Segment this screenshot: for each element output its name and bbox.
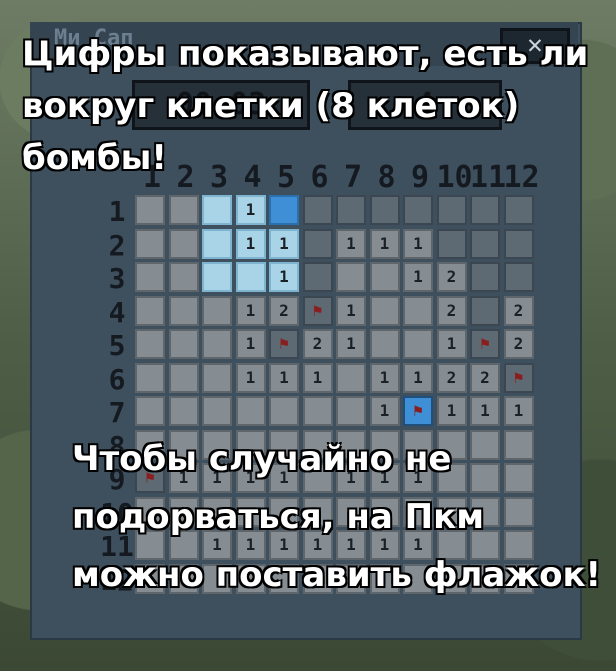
grid-cell[interactable]: 1 [503,396,534,426]
grid-cell[interactable]: 1 [403,262,433,292]
grid-cell[interactable] [235,396,266,426]
grid-cell[interactable] [202,396,232,426]
grid-cell[interactable] [135,195,165,225]
grid-cell[interactable] [202,195,232,225]
grid-cell[interactable] [135,295,165,326]
grid-cell[interactable]: 2 [436,362,467,393]
grid-cell[interactable] [470,228,500,259]
grid-cell[interactable]: 1 [336,295,366,326]
grid-cell[interactable]: 1 [302,362,333,393]
grid-cell[interactable] [135,228,165,259]
grid-cell[interactable] [302,396,333,426]
grid-cell[interactable] [135,329,165,359]
grid-cell[interactable] [336,195,366,225]
grid-cell[interactable]: 1 [235,362,266,393]
row-header: 4 [108,295,126,329]
grid-cell[interactable] [302,195,333,225]
tutorial-caption-bottom: Чтобы случайно не подорваться, на Пкм мо… [72,439,602,595]
grid-cell[interactable] [369,195,400,225]
grid-cell[interactable] [135,262,165,292]
grid-cell[interactable]: 1 [269,262,299,292]
grid-cell[interactable]: 2 [436,262,467,292]
grid-cell[interactable] [202,262,232,292]
grid-cell[interactable] [235,262,266,292]
grid-cell[interactable]: 2 [503,295,534,326]
grid-cell[interactable]: 2 [302,329,333,359]
grid-cell[interactable] [403,295,433,326]
grid-cell[interactable]: ⚑ [470,329,500,359]
grid-cell[interactable] [202,295,232,326]
grid-cell[interactable]: 1 [235,228,266,259]
grid-cell[interactable]: 1 [369,228,400,259]
grid-cell[interactable]: 1 [436,396,467,426]
grid-cell[interactable] [135,396,165,426]
grid-cell[interactable]: 1 [336,329,366,359]
grid-cell[interactable] [336,396,366,426]
grid-cell[interactable] [168,295,199,326]
grid-cell[interactable] [436,195,467,225]
grid-cell[interactable]: ⚑ [269,329,299,359]
grid-cell[interactable] [503,228,534,259]
grid-cell[interactable] [168,396,199,426]
row-header: 6 [108,362,126,396]
grid-cell[interactable]: 1 [403,228,433,259]
grid-cell[interactable] [168,362,199,393]
grid-cell[interactable] [470,262,500,292]
grid-cell[interactable]: 1 [436,329,467,359]
grid-cell[interactable]: ⚑ [503,362,534,393]
grid-cell[interactable]: 1 [470,396,500,426]
grid-cell[interactable] [202,228,232,259]
grid-cell[interactable] [369,262,400,292]
grid-cell[interactable] [168,262,199,292]
grid-cell[interactable] [403,195,433,225]
grid-cell[interactable] [168,329,199,359]
grid-cell[interactable] [168,195,199,225]
grid-cell[interactable]: 2 [503,329,534,359]
grid-cell[interactable]: 1 [403,362,433,393]
grid-cell[interactable]: 2 [470,362,500,393]
tutorial-caption-top: Цифры показывают, есть ли вокруг клетки … [22,34,589,178]
grid-cell[interactable] [336,362,366,393]
grid-cell[interactable] [269,195,299,225]
row-header: 3 [108,262,126,295]
grid-cell[interactable]: ⚑ [302,295,333,326]
grid-cell[interactable]: 1 [235,195,266,225]
grid-cell[interactable] [202,329,232,359]
grid-cell[interactable] [470,195,500,225]
row-header: 5 [108,329,126,362]
grid-cell[interactable] [336,262,366,292]
grid-cell[interactable]: 1 [336,228,366,259]
row-header: 2 [108,228,126,262]
grid-cell[interactable]: 1 [235,329,266,359]
row-header: 7 [108,396,126,429]
grid-cell[interactable] [470,295,500,326]
grid-cell[interactable] [302,228,333,259]
grid-cell[interactable]: 1 [235,295,266,326]
grid-cell[interactable] [135,362,165,393]
grid-cell[interactable]: ⚑ [403,396,433,426]
grid-cell[interactable]: 1 [269,362,299,393]
grid-cell[interactable] [503,262,534,292]
grid-cell[interactable] [369,329,400,359]
grid-cell[interactable] [302,262,333,292]
grid-cell[interactable] [168,228,199,259]
grid-cell[interactable] [503,195,534,225]
grid-cell[interactable]: 2 [269,295,299,326]
grid-cell[interactable] [269,396,299,426]
grid-cell[interactable]: 1 [369,362,400,393]
grid-cell[interactable]: 1 [369,396,400,426]
row-header: 1 [108,195,126,228]
grid-cell[interactable] [403,329,433,359]
grid-cell[interactable] [369,295,400,326]
grid-cell[interactable] [202,362,232,393]
grid-cell[interactable]: 2 [436,295,467,326]
grid-cell[interactable] [436,228,467,259]
grid-cell[interactable]: 1 [269,228,299,259]
